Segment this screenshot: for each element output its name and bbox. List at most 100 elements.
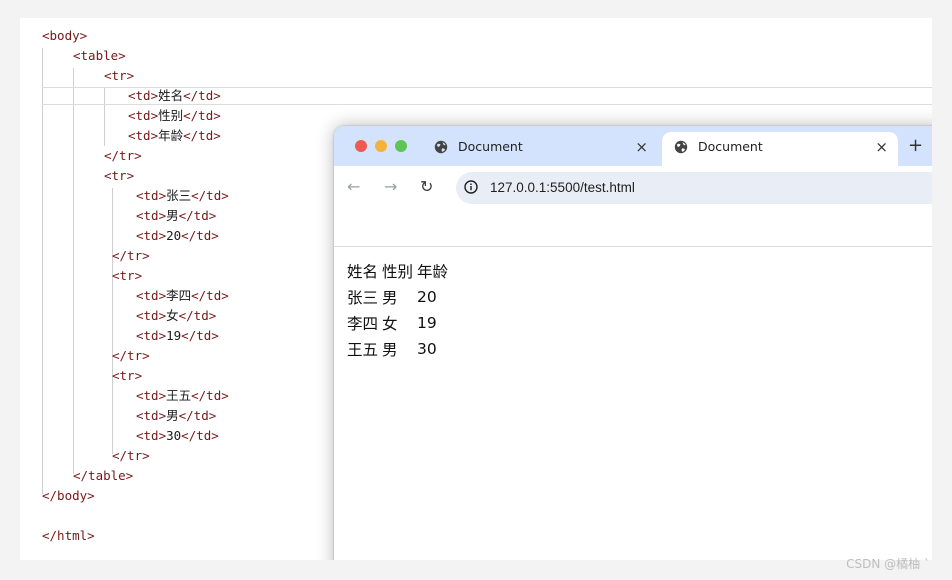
table-cell: 姓名 [347,263,379,281]
table-row: 王五男 30 [346,337,449,361]
table-cell: 年龄 [417,263,449,281]
code-line: </tr> [112,246,150,266]
code-tag: <tr> [104,168,135,183]
code-text: 王五 [166,388,192,403]
code-tag: <tr> [112,268,143,283]
code-tag: <tr> [104,68,135,83]
code-line: </tr> [112,446,150,466]
table-cell: 女 [382,315,398,333]
table-cell: 男 [382,289,398,307]
code-line: </tr> [104,146,142,166]
code-tag: </body> [42,488,95,503]
code-text: 20 [166,228,182,243]
screenshot-canvas: <body> <table> <tr> <td>姓名</td> <td>性别</td> <… [20,18,932,560]
code-line: <td>男</td> [136,406,216,426]
code-text: 30 [166,428,182,443]
code-tag: <td> [136,388,167,403]
code-tag: <table> [73,48,126,63]
code-line: <td>性别</td> [128,106,221,126]
table-cell: 20 [417,288,437,306]
tab-title: Document [458,139,523,154]
indent-guide [42,48,43,494]
code-line: </tr> [112,346,150,366]
code-tag: <td> [128,88,159,103]
rendered-table: 姓名 性别 年龄 张三男 20 李四女 19 王五男 30 [344,257,451,363]
indent-guide [112,188,113,454]
code-tag: </td> [181,428,219,443]
code-tag: <td> [136,328,167,343]
maximize-window-button[interactable] [395,140,407,152]
tab-document-active[interactable]: Document × [662,132,898,166]
code-tag: </table> [73,468,134,483]
close-window-button[interactable] [355,140,367,152]
indent-guide [73,68,74,474]
new-tab-button[interactable]: + [908,134,923,158]
table-row: 姓名 性别 年龄 [346,259,449,283]
code-text: 姓名 [158,88,184,103]
code-tag: </td> [191,388,229,403]
code-line: <td>30</td> [136,426,219,446]
code-tag: </td> [183,128,221,143]
close-tab-icon[interactable]: × [875,132,888,162]
back-button[interactable]: ← [347,175,360,199]
code-tag: </html> [42,528,95,543]
tab-document-inactive[interactable]: Document × [422,132,658,166]
code-tag: <td> [136,208,167,223]
code-line: <td>姓名</td> [128,86,221,106]
code-tag: </td> [183,108,221,123]
globe-icon [434,140,448,154]
forward-button[interactable]: → [384,175,397,199]
code-text: 男 [166,208,179,223]
table-cell: 男 [382,341,398,359]
code-tag: <td> [136,188,167,203]
code-tag: </tr> [112,348,150,363]
code-tag: </tr> [104,148,142,163]
table-cell: 19 [417,314,437,332]
code-tag: <td> [136,308,167,323]
table-cell: 李四 [347,315,379,333]
address-bar[interactable]: 127.0.0.1:5500/test.html [456,172,932,204]
close-tab-icon[interactable]: × [635,132,648,162]
table-row: 李四女 19 [346,311,449,335]
code-line: <tr> [112,266,142,286]
code-tag: </td> [178,308,217,323]
code-tag: </td> [191,288,229,303]
code-tag: </td> [181,328,219,343]
minimize-window-button[interactable] [375,140,387,152]
tab-title: Document [698,139,763,154]
code-line: </body> [42,486,95,506]
browser-toolbar: ← → ↻ 127.0.0.1:5500/test.html [334,166,932,208]
page-content: 姓名 性别 年龄 张三男 20 李四女 19 王五男 30 [334,247,932,560]
code-line: <td>男</td> [136,206,216,226]
indent-guide [104,88,105,146]
code-text: 张三 [166,188,192,203]
code-tag: <td> [128,128,159,143]
code-line: <tr> [104,166,134,186]
bookmark-bar [334,208,932,247]
code-tag: </tr> [112,248,150,263]
table-cell: 30 [417,340,437,358]
code-tag: <body> [42,28,88,43]
code-tag: <td> [128,108,159,123]
code-tag: <td> [136,408,167,423]
code-tag: <td> [136,428,167,443]
code-tag: </td> [178,208,217,223]
code-tag: </td> [191,188,229,203]
code-text: 年龄 [158,128,184,143]
code-tag: </td> [178,408,217,423]
code-line: <td>李四</td> [136,286,229,306]
info-icon[interactable] [464,180,478,194]
code-text: 男 [166,408,179,423]
code-line: <tr> [112,366,142,386]
table-row: 张三男 20 [346,285,449,309]
code-line: <td>张三</td> [136,186,229,206]
tab-strip: Document × Document × + [334,126,932,166]
reload-button[interactable]: ↻ [420,175,433,199]
code-text: 性别 [158,108,184,123]
code-tag: </td> [183,88,221,103]
code-line: <td>20</td> [136,226,219,246]
url-text: 127.0.0.1:5500/test.html [490,180,635,195]
code-line: </html> [42,526,95,546]
code-tag: </td> [181,228,219,243]
code-text: 19 [166,328,182,343]
